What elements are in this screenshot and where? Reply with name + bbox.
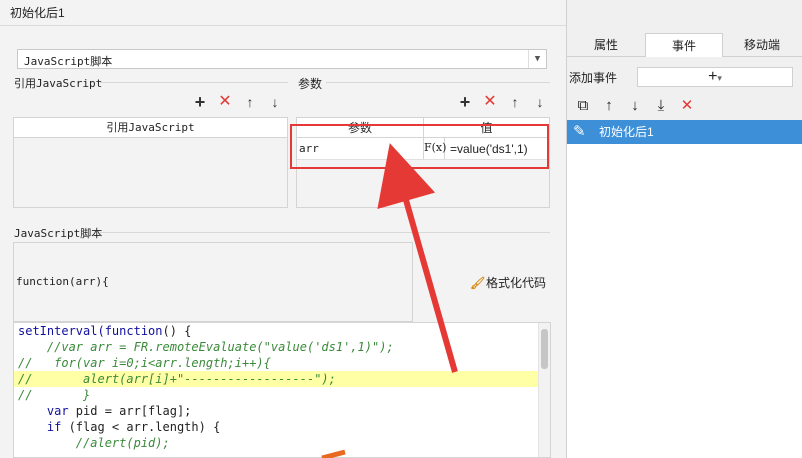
code-scrollbar[interactable] [538,323,550,457]
divider [100,82,288,83]
code-token: pid = arr[flag]; [75,404,192,418]
event-list: ✎ 初始化后1 [567,120,802,458]
ref-move-up-button[interactable]: ↑ [241,93,259,111]
divider [326,82,550,83]
code-token: var [18,404,76,418]
move-bottom-icon[interactable]: ⤓ [651,96,671,116]
param-section-label: 参数 [298,77,323,91]
chevron-down-icon[interactable]: ▼ [528,50,546,68]
dialog-title: 初始化后1 [0,0,566,26]
code-line: //alert(pid); [14,435,550,451]
code-editor[interactable]: setInterval(function() { //var arr = FR.… [13,322,551,458]
pane-tabs: 属性 事件 移动端 [567,33,802,57]
code-token: if [18,420,69,434]
broom-icon: 🖌 [470,276,486,290]
ref-move-down-button[interactable]: ↓ [266,93,284,111]
param-delete-button[interactable]: ✕ [481,93,499,111]
script-type-value: JavaScript脚本 [24,55,113,68]
code-token: // for(var i=0;i<arr.length;i++){ [18,356,271,370]
properties-pane: 属性 事件 移动端 添加事件 +▾ ⧉ ↑ ↓ ⤓ ✕ ✎ 初始化后1 [566,0,802,458]
code-line: var pid = arr[flag]; [14,403,550,419]
script-section-label: JavaScript脚本 [14,227,103,240]
code-token: function [104,324,163,338]
copy-icon[interactable]: ⧉ [573,96,593,116]
annotation-highlight-box [290,124,549,169]
ref-table: 引用JavaScript [13,117,288,208]
tab-mobile[interactable]: 移动端 [723,33,801,57]
code-token: //var arr = FR.remoteEvaluate("value('ds… [18,340,394,354]
script-type-select[interactable]: JavaScript脚本 ▼ [17,49,547,69]
format-code-button[interactable]: 🖌格式化代码 [470,274,546,292]
pencil-icon: ✎ [573,123,586,140]
event-toolbar: ⧉ ↑ ↓ ⤓ ✕ [573,96,703,116]
delete-icon[interactable]: ✕ [677,96,697,116]
code-line: setInterval(function() { [14,323,550,339]
code-token: () { [162,324,192,338]
code-token: // } [18,388,91,402]
code-token: // alert(arr[i]+"------------------"); [18,372,336,386]
tab-properties[interactable]: 属性 [567,33,645,57]
code-line: // } [14,387,550,403]
code-line: // for(var i=0;i<arr.length;i++){ [14,355,550,371]
ref-column-header: 引用JavaScript [14,118,287,138]
param-move-down-button[interactable]: ↓ [531,93,549,111]
code-line: // alert(arr[i]+"------------------"); [14,371,550,387]
divider [100,232,550,233]
format-code-label: 格式化代码 [486,276,547,290]
code-line: //var arr = FR.remoteEvaluate("value('ds… [14,339,550,355]
param-move-up-button[interactable]: ↑ [506,93,524,111]
function-header: function(arr){ [13,242,413,322]
add-event-button[interactable]: +▾ [637,67,793,87]
script-dialog: 初始化后1 JavaScript脚本 ▼ 引用JavaScript + ✕ ↑ … [0,0,566,458]
code-lines: setInterval(function() { //var arr = FR.… [14,323,550,451]
code-line: if (flag < arr.length) { [14,419,550,435]
chevron-down-icon: ▾ [717,73,722,83]
ref-add-button[interactable]: + [191,93,209,111]
code-token: //alert(pid); [18,436,170,450]
tab-events[interactable]: 事件 [645,33,723,57]
code-token: (flag < arr.length) { [68,420,221,434]
param-add-button[interactable]: + [456,93,474,111]
add-event-button-label: + [708,68,718,85]
code-token: setInterval( [18,324,105,338]
list-item[interactable]: ✎ 初始化后1 [567,120,802,144]
ref-section-label: 引用JavaScript [14,77,103,90]
function-signature: function(arr){ [16,275,109,288]
move-up-icon[interactable]: ↑ [599,96,619,116]
scrollbar-thumb[interactable] [541,329,548,369]
event-item-label: 初始化后1 [599,125,654,139]
add-event-label: 添加事件 [569,71,618,85]
move-down-icon[interactable]: ↓ [625,96,645,116]
ref-delete-button[interactable]: ✕ [216,93,234,111]
